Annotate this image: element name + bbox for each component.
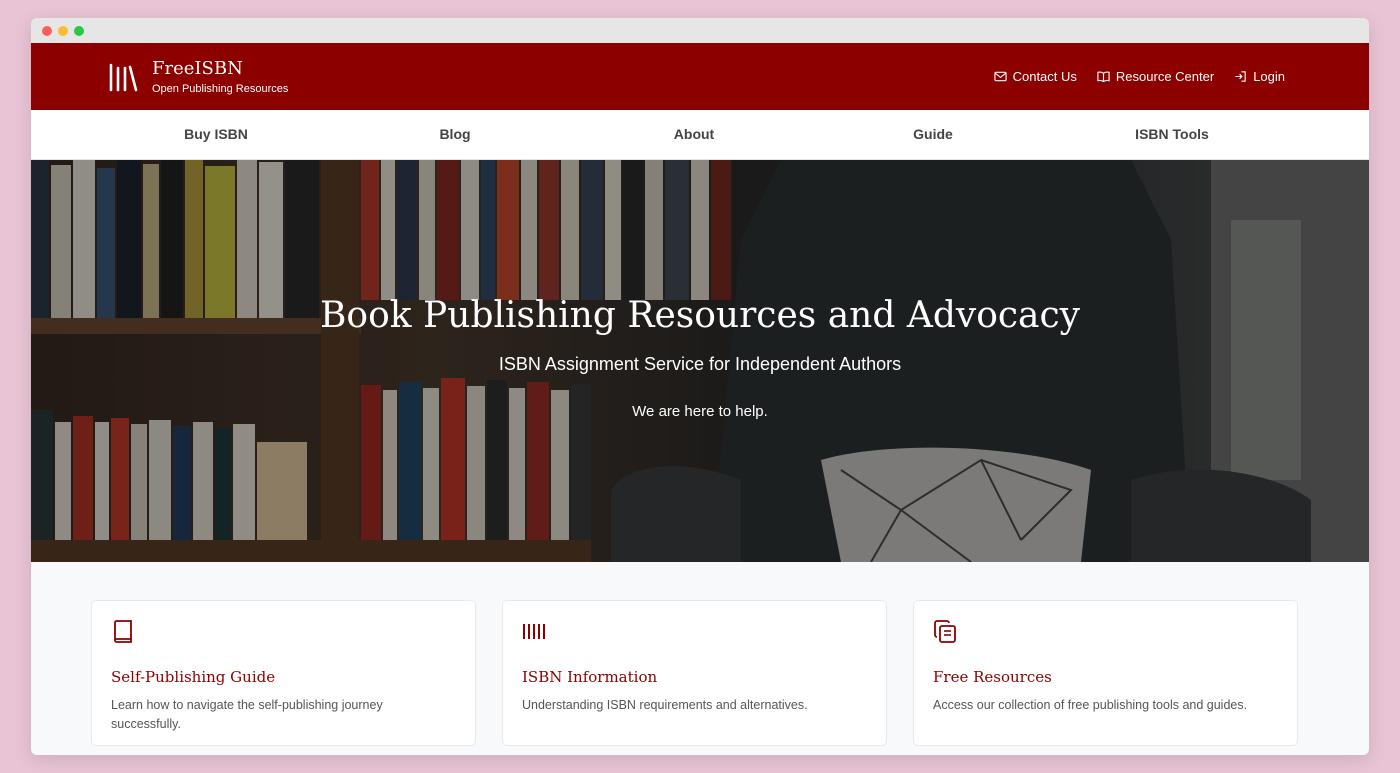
browser-window: FreeISBN Open Publishing Resources Conta… <box>31 18 1369 755</box>
hero-tagline: We are here to help. <box>632 403 768 420</box>
envelope-icon <box>993 71 1007 82</box>
maximize-window-button[interactable] <box>74 25 84 36</box>
hero-text: Book Publishing Resources and Advocacy I… <box>31 295 1369 420</box>
copy-documents-icon <box>934 620 956 643</box>
close-window-button[interactable] <box>42 25 52 36</box>
barcode-icon <box>523 624 545 639</box>
hero-subtitle: ISBN Assignment Service for Independent … <box>498 354 902 374</box>
feature-cards: Self-Publishing Guide Learn how to navig… <box>91 600 1298 746</box>
brand-text: FreeISBN Open Publishing Resources <box>152 58 289 96</box>
login-link[interactable]: Login <box>1234 69 1285 84</box>
nav-isbn-tools[interactable]: ISBN Tools <box>1135 126 1209 142</box>
nav-guide[interactable]: Guide <box>913 126 953 142</box>
hero-banner: Book Publishing Resources and Advocacy I… <box>31 160 1369 562</box>
hero-title: Book Publishing Resources and Advocacy <box>319 295 1081 336</box>
card-self-publishing-guide[interactable]: Self-Publishing Guide Learn how to navig… <box>91 600 476 746</box>
open-book-icon <box>1097 71 1110 83</box>
card-isbn-information[interactable]: ISBN Information Understanding ISBN requ… <box>502 600 887 746</box>
contact-us-label: Contact Us <box>1012 69 1077 84</box>
brand-tagline: Open Publishing Resources <box>152 83 289 95</box>
card-description: Learn how to navigate the self-publishin… <box>111 698 383 731</box>
login-label: Login <box>1253 69 1285 84</box>
resource-center-label: Resource Center <box>1115 69 1215 84</box>
library-books-icon <box>109 63 138 92</box>
login-arrow-icon <box>1235 71 1246 82</box>
nav-about[interactable]: About <box>674 126 714 142</box>
card-free-resources[interactable]: Free Resources Access our collection of … <box>913 600 1298 746</box>
site-header: FreeISBN Open Publishing Resources Conta… <box>31 43 1369 110</box>
nav-buy-isbn[interactable]: Buy ISBN <box>184 126 248 142</box>
card-description: Access our collection of free publishing… <box>933 698 1248 712</box>
book-icon <box>114 620 132 643</box>
contact-us-link[interactable]: Contact Us <box>993 69 1077 84</box>
utility-nav: Contact Us Resource Center Login <box>993 69 1285 84</box>
nav-blog[interactable]: Blog <box>439 126 470 142</box>
resource-center-link[interactable]: Resource Center <box>1097 69 1214 84</box>
brand-name: FreeISBN <box>152 58 243 79</box>
minimize-window-button[interactable] <box>58 25 68 36</box>
card-title: Self-Publishing Guide <box>111 668 276 686</box>
card-title: Free Resources <box>933 668 1052 686</box>
window-titlebar <box>31 18 1369 43</box>
main-nav: Buy ISBN Blog About Guide ISBN Tools <box>31 110 1369 160</box>
site-logo[interactable]: FreeISBN Open Publishing Resources <box>108 59 288 95</box>
card-title: ISBN Information <box>522 668 658 686</box>
card-description: Understanding ISBN requirements and alte… <box>522 698 808 712</box>
